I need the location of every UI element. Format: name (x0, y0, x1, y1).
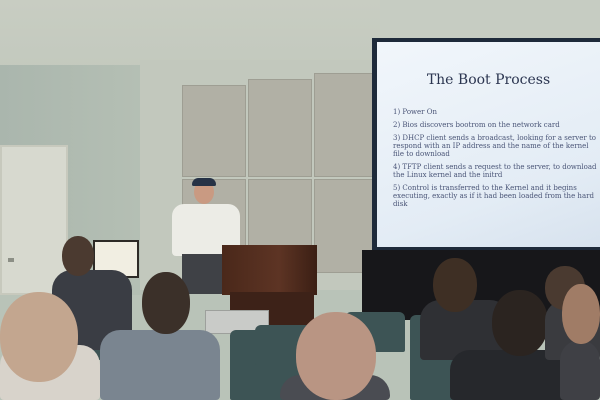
audience-member-body (560, 340, 600, 400)
projection-screen: The Boot Process 1) Power On 2) Bios dis… (377, 42, 600, 247)
acoustic-panel (248, 79, 312, 177)
slide-bullet: 4) TFTP client sends a request to the se… (393, 163, 597, 179)
audience-member-head (562, 284, 600, 344)
acoustic-panel (314, 73, 375, 177)
slide-bullet: 1) Power On (393, 108, 438, 116)
audience-member-head (0, 292, 78, 382)
slide-title: The Boot Process (426, 72, 551, 88)
audience-member-body (100, 330, 220, 400)
slide-bullet: 2) Bios discovers bootrom on the network… (393, 121, 560, 129)
presenter-cap (192, 178, 216, 186)
slide-bullet: 5) Control is transferred to the Kernel … (393, 184, 594, 208)
slide-bullet-list: 1) Power On 2) Bios discovers bootrom on… (393, 108, 598, 213)
slide-bullet: 3) DHCP client sends a broadcast, lookin… (393, 134, 597, 158)
audience-member-head (433, 258, 477, 312)
audience-member-head (492, 290, 548, 356)
audience-member-head (142, 272, 190, 334)
audience-member-head (296, 312, 376, 400)
audience-member-head (62, 236, 94, 276)
door (0, 145, 68, 295)
door-handle (8, 258, 14, 262)
podium (222, 245, 317, 295)
acoustic-panel (182, 85, 246, 177)
conference-room-photo: The Boot Process 1) Power On 2) Bios dis… (0, 0, 600, 400)
